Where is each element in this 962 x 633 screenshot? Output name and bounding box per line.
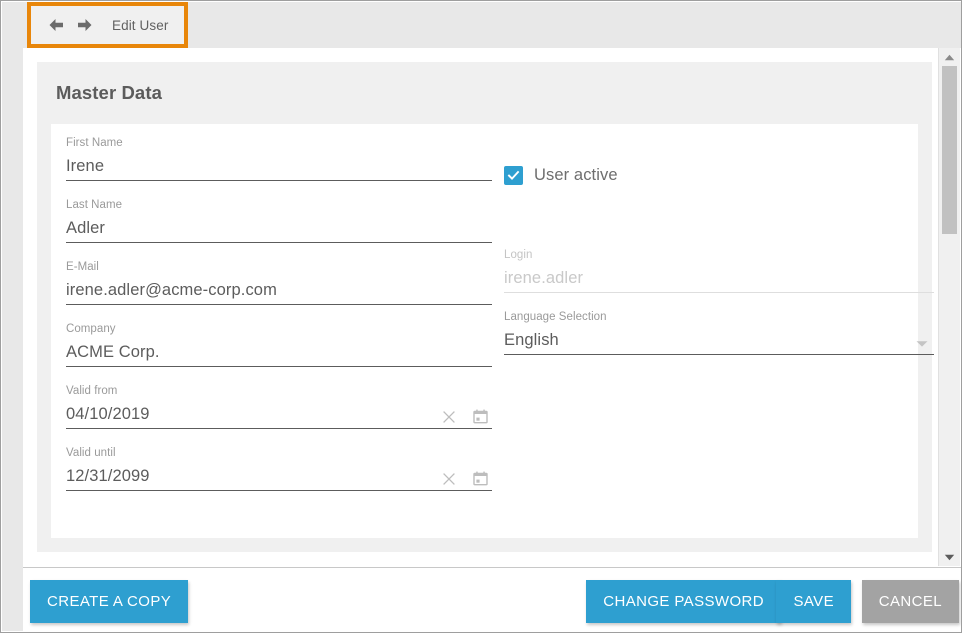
email-value: irene.adler@acme-corp.com	[66, 278, 492, 304]
field-email: E-Mail irene.adler@acme-corp.com	[66, 260, 492, 322]
arrow-right-icon[interactable]	[74, 14, 96, 36]
company-value: ACME Corp.	[66, 340, 492, 366]
change-password-button[interactable]: CHANGE PASSWORD	[586, 580, 781, 623]
email-input[interactable]: irene.adler@acme-corp.com	[66, 277, 492, 305]
footer-action-bar: CREATE A COPY CHANGE PASSWORD SAVE CANCE…	[23, 567, 961, 633]
valid-from-input[interactable]: 04/10/2019	[66, 401, 492, 429]
form-column-right: User active Login irene.adler Language S…	[504, 136, 934, 372]
email-label: E-Mail	[66, 260, 492, 274]
page-title: Edit User	[112, 18, 168, 33]
save-button[interactable]: SAVE	[776, 580, 851, 623]
clear-icon[interactable]	[440, 470, 457, 487]
field-valid-until: Valid until 12/31/2099	[66, 446, 492, 508]
valid-from-icons	[440, 408, 492, 428]
company-label: Company	[66, 322, 492, 336]
master-data-card-body: First Name Irene Last Name Adler	[51, 124, 918, 538]
field-login: Login irene.adler	[504, 248, 934, 310]
left-rail	[2, 48, 23, 631]
master-data-card: Master Data First Name Irene Last Name	[37, 62, 932, 552]
scroll-up-icon[interactable]	[939, 48, 960, 66]
cancel-button[interactable]: CANCEL	[862, 580, 959, 623]
valid-from-label: Valid from	[66, 384, 492, 398]
first-name-input[interactable]: Irene	[66, 153, 492, 181]
field-valid-from: Valid from 04/10/2019	[66, 384, 492, 446]
last-name-label: Last Name	[66, 198, 492, 212]
chevron-down-icon[interactable]	[916, 340, 934, 354]
valid-from-value: 04/10/2019	[66, 402, 440, 428]
create-a-copy-button[interactable]: CREATE A COPY	[30, 580, 188, 623]
edit-user-window: Edit User Master Data First Name Irene	[0, 0, 962, 633]
valid-until-value: 12/31/2099	[66, 464, 440, 490]
first-name-label: First Name	[66, 136, 492, 150]
last-name-value: Adler	[66, 216, 492, 242]
form-column-left: First Name Irene Last Name Adler	[66, 136, 492, 508]
master-data-title: Master Data	[56, 82, 162, 104]
last-name-input[interactable]: Adler	[66, 215, 492, 243]
arrow-left-icon[interactable]	[45, 14, 67, 36]
language-selection-dropdown[interactable]: English	[504, 327, 934, 355]
user-active-label: User active	[534, 166, 618, 185]
user-active-checkbox[interactable]: User active	[504, 163, 934, 187]
master-data-form: First Name Irene Last Name Adler	[51, 124, 918, 538]
calendar-icon[interactable]	[472, 408, 489, 425]
scroll-down-icon[interactable]	[939, 548, 960, 566]
first-name-value: Irene	[66, 154, 492, 180]
valid-until-label: Valid until	[66, 446, 492, 460]
language-selection-label: Language Selection	[504, 310, 934, 324]
field-first-name: First Name Irene	[66, 136, 492, 198]
calendar-icon[interactable]	[472, 470, 489, 487]
clear-icon[interactable]	[440, 408, 457, 425]
login-value: irene.adler	[504, 266, 934, 292]
company-input[interactable]: ACME Corp.	[66, 339, 492, 367]
navigation-highlight-group: Edit User	[27, 2, 188, 48]
scrollbar-thumb[interactable]	[942, 66, 957, 234]
vertical-scrollbar[interactable]	[938, 48, 960, 566]
login-label: Login	[504, 248, 934, 262]
valid-until-input[interactable]: 12/31/2099	[66, 463, 492, 491]
master-data-card-header: Master Data	[37, 62, 932, 124]
scrollbar-track[interactable]	[939, 66, 960, 548]
language-selection-value: English	[504, 328, 916, 354]
login-input: irene.adler	[504, 265, 934, 293]
content-scroll-region: Master Data First Name Irene Last Name	[23, 48, 939, 566]
checkmark-icon	[504, 166, 523, 185]
field-company: Company ACME Corp.	[66, 322, 492, 384]
valid-until-icons	[440, 470, 492, 490]
top-bar: Edit User	[2, 2, 962, 48]
field-language-selection: Language Selection English	[504, 310, 934, 372]
field-last-name: Last Name Adler	[66, 198, 492, 260]
